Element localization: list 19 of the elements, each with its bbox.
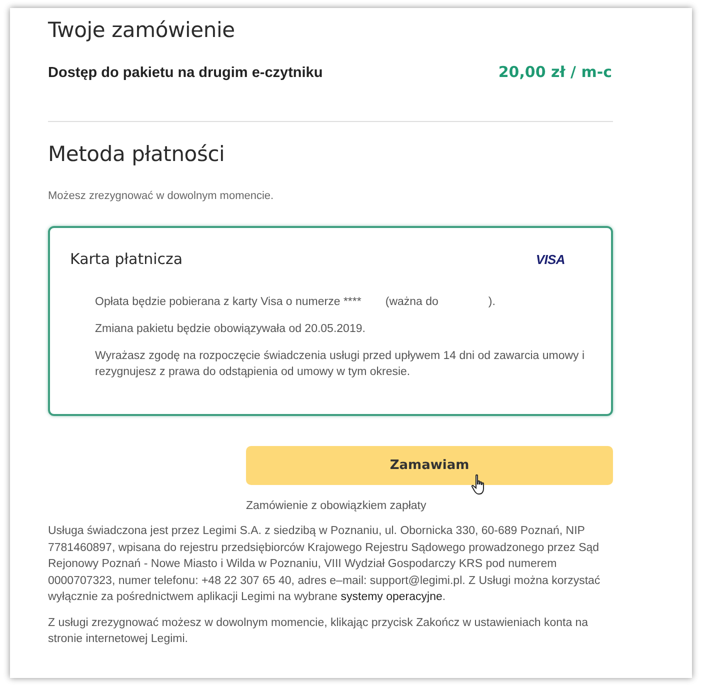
section-title: Metoda płatności [48,142,226,166]
card-validity-text: (ważna do [385,296,438,308]
card-info-text: Wyrażasz zgodę na rozpoczęcie świadczenia usługi przed upływem 14 dni od zawarcia umowy i rezygnujesz z prawa do odstąpienia od umowy w tym okresie. [95,349,586,380]
card-brand-logo: VISA [536,252,565,266]
legal-paragraph: Usługa świadczona jest przez Legimi S.A. z siedzibą w Poznaniu, ul. Obornicka 330, 60-689 Poznań, NIP 7781460897, wpisana do rejestru przedsiębiorców Krajowego Rejestru Sądowego prowadzonego przez Sąd Rejonowy Poznań - Nowe Miasto i Wilda w Poznaniu, VIII Wydział Gospodarczy KRS pod numerem 0000707323, numer telefonu: +48 22 307 65 40, adres e–mail: support@legimi.pl. Z Usługi można korzystać wyłącznie za pośrednictwem aplikacji Legimi na wybrane systemy operacyjne. [48,524,602,605]
section-title: Twoje zamówienie [48,18,236,42]
payment-option-card[interactable] [48,226,613,416]
order-button[interactable]: Zamawiam [246,446,613,485]
card-charge-text: Opłata będzie pobierana z karty Visa o numerze **** [95,296,362,308]
product-price: 20,00 zł / m-c [498,63,612,81]
operating-systems-link[interactable]: systemy operacyjne [340,591,442,603]
product-name: Dostęp do pakietu na drugim e-czytniku [48,65,323,81]
cancel-note: Możesz zrezygnować w dowolnym momencie. [48,190,275,202]
payment-option-title: Karta płatnicza [70,250,183,268]
card-validity-end: ). [488,296,496,308]
order-caption: Zamówienie z obowiązkiem zapłaty [246,500,426,512]
legal-paragraph: Z usługi zrezygnować możesz w dowolnym momencie, klikając przycisk Zakończ w ustawieniach konta na stronie internetowej Legimi. [48,616,590,647]
hand-cursor-icon [471,474,487,496]
card-info-text: Zmiana pakietu będzie obowiązywała od 20.05.2019. [95,322,366,337]
